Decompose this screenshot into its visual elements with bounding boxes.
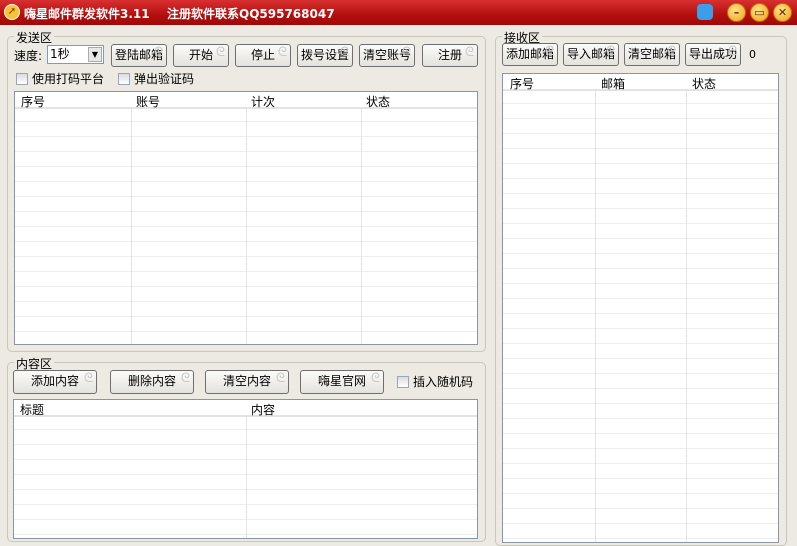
col-status[interactable]: 状态 bbox=[366, 93, 390, 110]
account-table[interactable]: 序号 账号 计次 状态 bbox=[14, 91, 478, 345]
stop-button[interactable]: 停止 bbox=[235, 42, 291, 67]
col-account[interactable]: 账号 bbox=[136, 93, 160, 110]
clear-mailbox-button[interactable]: 清空邮箱 bbox=[624, 41, 680, 66]
add-content-button[interactable]: 添加内容 bbox=[13, 368, 97, 394]
minimize-button[interactable]: – bbox=[727, 3, 746, 22]
captcha-platform-label: 使用打码平台 bbox=[32, 72, 105, 86]
popup-captcha-label: 弹出验证码 bbox=[134, 72, 195, 86]
insert-random-code-label: 插入随机码 bbox=[413, 375, 474, 389]
col-title[interactable]: 标题 bbox=[20, 401, 44, 418]
delete-content-button[interactable]: 删除内容 bbox=[110, 368, 194, 394]
clear-content-button[interactable]: 清空内容 bbox=[205, 368, 289, 394]
col-mailbox[interactable]: 邮箱 bbox=[601, 75, 625, 92]
export-success-button[interactable]: 导出成功 bbox=[685, 41, 741, 66]
account-table-header: 序号 账号 计次 状态 bbox=[15, 92, 477, 109]
import-mailbox-button[interactable]: 导入邮箱 bbox=[563, 41, 619, 66]
skin-shirt-icon[interactable] bbox=[697, 4, 713, 20]
app-logo-icon: ➚ bbox=[4, 4, 20, 20]
captcha-platform-checkbox[interactable]: 使用打码平台 bbox=[16, 72, 104, 87]
col-index[interactable]: 序号 bbox=[21, 93, 45, 110]
col-index[interactable]: 序号 bbox=[510, 75, 534, 92]
insert-random-code-checkbox[interactable]: 插入随机码 bbox=[397, 375, 473, 390]
content-table-header: 标题 内容 bbox=[14, 400, 477, 417]
receive-count: 0 bbox=[749, 48, 756, 61]
register-button[interactable]: 注册 bbox=[422, 42, 478, 67]
col-count[interactable]: 计次 bbox=[251, 93, 275, 110]
content-table[interactable]: 标题 内容 bbox=[13, 399, 478, 539]
mailbox-table-header: 序号 邮箱 状态 bbox=[503, 74, 778, 91]
contact-text: 注册软件联系QQ595768047 bbox=[167, 7, 335, 21]
popup-captcha-checkbox[interactable]: 弹出验证码 bbox=[118, 72, 194, 87]
send-group-label: 发送区 bbox=[14, 29, 55, 46]
title-bar: ➚ 嗨星邮件群发软件3.11 注册软件联系QQ595768047 – ▭ ✕ bbox=[0, 0, 797, 25]
chevron-down-icon[interactable]: ▼ bbox=[88, 47, 102, 62]
speed-label: 速度: bbox=[14, 49, 43, 63]
speed-select[interactable]: 1秒 ▼ bbox=[47, 45, 104, 64]
official-site-button[interactable]: 嗨星官网 bbox=[300, 368, 384, 394]
mailbox-table[interactable]: 序号 邮箱 状态 bbox=[502, 73, 779, 543]
window-title: 嗨星邮件群发软件3.11 bbox=[24, 7, 150, 21]
start-button[interactable]: 开始 bbox=[173, 42, 229, 67]
col-content[interactable]: 内容 bbox=[251, 401, 275, 418]
dial-settings-button[interactable]: 拨号设置 bbox=[297, 42, 353, 67]
maximize-button[interactable]: ▭ bbox=[750, 3, 769, 22]
login-mailbox-button[interactable]: 登陆邮箱 bbox=[111, 42, 167, 67]
add-mailbox-button[interactable]: 添加邮箱 bbox=[502, 41, 558, 66]
close-button[interactable]: ✕ bbox=[773, 3, 792, 22]
clear-accounts-button[interactable]: 清空账号 bbox=[359, 42, 415, 67]
speed-value: 1秒 bbox=[50, 47, 70, 61]
col-status[interactable]: 状态 bbox=[692, 75, 716, 92]
